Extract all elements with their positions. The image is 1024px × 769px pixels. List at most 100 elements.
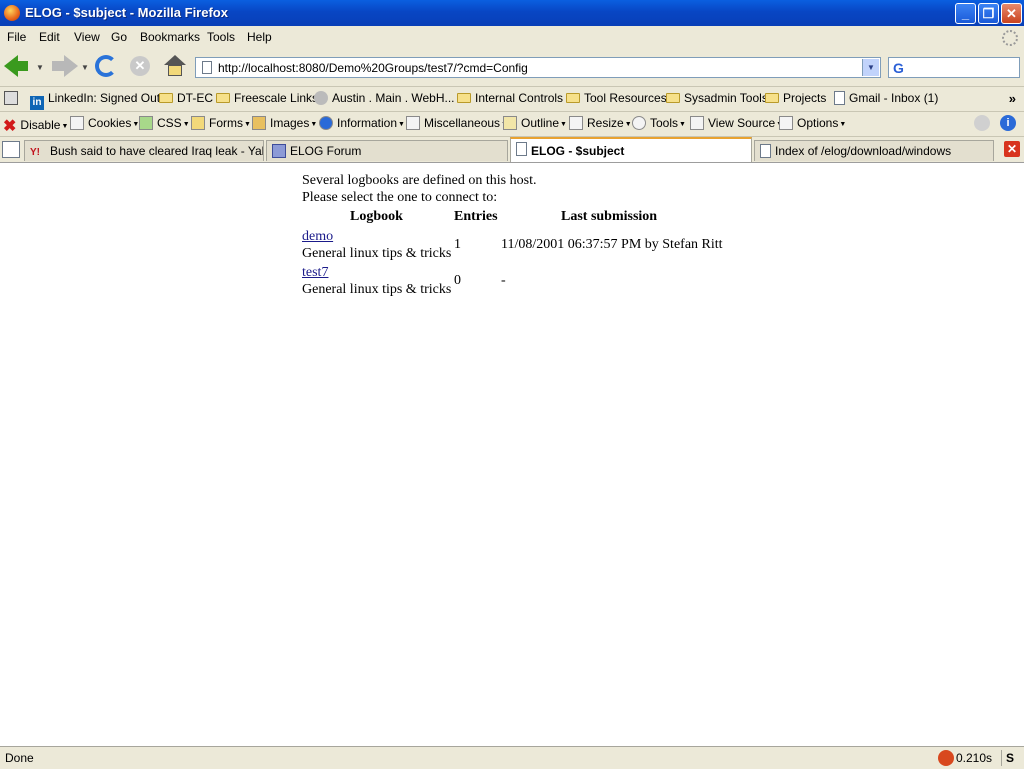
menu-bookmarks[interactable]: Bookmarks	[140, 30, 200, 44]
dev-disable-menu[interactable]: ✖ Disable▼	[3, 116, 68, 136]
close-window-button[interactable]: ✕	[1001, 3, 1022, 24]
dev-information-menu[interactable]: Information▼	[319, 116, 405, 130]
dev-view-source-menu[interactable]: View Source▼	[690, 116, 783, 130]
minimize-button[interactable]: _	[955, 3, 976, 24]
dev-miscellaneous-menu[interactable]: Miscellaneous▼	[406, 116, 508, 130]
status-text: Done	[5, 751, 34, 765]
tools-clock-icon	[632, 116, 646, 130]
dev-outline-menu[interactable]: Outline▼	[503, 116, 567, 130]
webhome-icon	[314, 91, 328, 105]
close-tab-icon[interactable]: ✕	[1004, 141, 1020, 157]
yahoo-icon: Y!	[30, 147, 40, 158]
reload-icon[interactable]	[95, 55, 117, 77]
dev-css-menu[interactable]: CSS▼	[139, 116, 190, 130]
menu-tools[interactable]: Tools	[207, 30, 235, 44]
logbook-link-demo[interactable]: demo	[302, 229, 333, 245]
header-last-submission: Last submission	[561, 209, 658, 224]
firefox-logo-icon	[4, 5, 20, 21]
url-bar[interactable]: ▼	[195, 57, 881, 78]
logbook-entries-count: 0	[454, 273, 461, 288]
page-content: Several logbooks are defined on this hos…	[0, 163, 1024, 745]
logbook-description: General linux tips & tricks	[302, 282, 452, 297]
forms-lock-icon	[191, 116, 205, 130]
window-title: ELOG - $subject - Mozilla Firefox	[25, 5, 228, 20]
maximize-button[interactable]: ❐	[978, 3, 999, 24]
menu-help[interactable]: Help	[247, 30, 272, 44]
status-bar: Done 0.210s S	[0, 746, 1024, 769]
folder-icon	[765, 93, 779, 103]
dev-images-menu[interactable]: Images▼	[252, 116, 317, 130]
bookmark-internal-controls[interactable]: Internal Controls	[457, 91, 563, 107]
window-title-bar: ELOG - $subject - Mozilla Firefox _ ❐ ✕	[0, 0, 1024, 26]
dev-options-menu[interactable]: Options▼	[779, 116, 846, 130]
dev-tools-menu[interactable]: Tools▼	[632, 116, 686, 130]
google-search-icon[interactable]: G	[893, 60, 904, 76]
bookmark-linkedin[interactable]: in LinkedIn: Signed Out	[30, 91, 160, 110]
dev-cookies-menu[interactable]: Cookies▼	[70, 116, 139, 130]
url-input[interactable]	[218, 59, 858, 76]
tab-yahoo-news[interactable]: Y! Bush said to have cleared Iraq leak - …	[24, 140, 264, 161]
stop-icon[interactable]: ✕	[130, 56, 150, 76]
page-icon	[516, 142, 527, 156]
logbook-link-test7[interactable]: test7	[302, 265, 328, 281]
page-icon	[834, 91, 845, 105]
logbook-last-submission: 11/08/2001 06:37:57 PM by Stefan Ritt	[501, 237, 723, 252]
tab-elog-forum[interactable]: ELOG Forum	[266, 140, 508, 161]
header-entries: Entries	[454, 209, 498, 224]
url-history-dropdown[interactable]: ▼	[862, 59, 879, 76]
info-icon[interactable]: i	[1000, 115, 1016, 131]
tab-elog-download-index[interactable]: Index of /elog/download/windows	[754, 140, 994, 161]
forward-history-dropdown[interactable]: ▼	[81, 63, 89, 72]
dev-resize-menu[interactable]: Resize▼	[569, 116, 632, 130]
bookmark-austin-webhome[interactable]: Austin . Main . WebH...	[314, 91, 455, 107]
logbook-description: General linux tips & tricks	[302, 246, 452, 261]
bookmark-gmail[interactable]: Gmail - Inbox (1)	[834, 91, 938, 107]
bookmark-freescale-links[interactable]: Freescale Links	[216, 91, 318, 107]
images-icon	[252, 116, 266, 130]
bookmark-projects[interactable]: Projects	[765, 91, 826, 107]
tab-elog-subject[interactable]: ELOG - $subject	[510, 137, 752, 162]
forward-button-tail[interactable]	[52, 61, 64, 71]
folder-icon	[216, 93, 230, 103]
load-time: 0.210s	[955, 751, 992, 765]
bookmark-dt-ec[interactable]: DT-EC	[159, 91, 213, 107]
menu-go[interactable]: Go	[111, 30, 127, 44]
menu-file[interactable]: File	[7, 30, 26, 44]
validation-check-icon[interactable]	[974, 115, 990, 131]
intro-text: Several logbooks are defined on this hos…	[302, 173, 537, 188]
search-bar[interactable]: G	[888, 57, 1020, 78]
bookmark-tool-resources[interactable]: Tool Resources	[566, 91, 667, 107]
disable-x-icon: ✖	[3, 118, 17, 135]
page-icon	[760, 144, 771, 158]
folder-icon	[666, 93, 680, 103]
printer-icon	[4, 91, 18, 105]
menu-view[interactable]: View	[74, 30, 100, 44]
dev-forms-menu[interactable]: Forms▼	[191, 116, 251, 130]
new-tab-icon[interactable]	[2, 141, 20, 158]
options-icon	[779, 116, 793, 130]
security-icon[interactable]: S	[1001, 750, 1018, 766]
view-source-icon	[690, 116, 704, 130]
more-bookmarks-chevron-icon[interactable]: »	[1009, 91, 1016, 106]
cookies-icon	[70, 116, 84, 130]
forward-arrow-icon[interactable]	[64, 55, 78, 77]
miscellaneous-icon	[406, 116, 420, 130]
bookmark-sysadmin-tools[interactable]: Sysadmin Tools	[666, 91, 768, 107]
logbook-entries-count: 1	[454, 237, 461, 252]
home-icon[interactable]	[164, 55, 186, 77]
menu-edit[interactable]: Edit	[39, 30, 60, 44]
back-arrow-icon[interactable]	[4, 55, 18, 77]
print-button[interactable]	[4, 91, 22, 107]
menu-bar: File Edit View Go Bookmarks Tools Help	[0, 26, 1024, 48]
firebug-icon[interactable]	[938, 750, 954, 766]
folder-icon	[566, 93, 580, 103]
information-icon	[319, 116, 333, 130]
search-input[interactable]	[913, 59, 1017, 78]
header-logbook: Logbook	[350, 209, 403, 224]
folder-icon	[159, 93, 173, 103]
back-history-dropdown[interactable]: ▼	[36, 63, 44, 72]
css-icon	[139, 116, 153, 130]
folder-icon	[457, 93, 471, 103]
outline-pencil-icon	[503, 116, 517, 130]
logbook-last-submission: -	[501, 273, 506, 288]
